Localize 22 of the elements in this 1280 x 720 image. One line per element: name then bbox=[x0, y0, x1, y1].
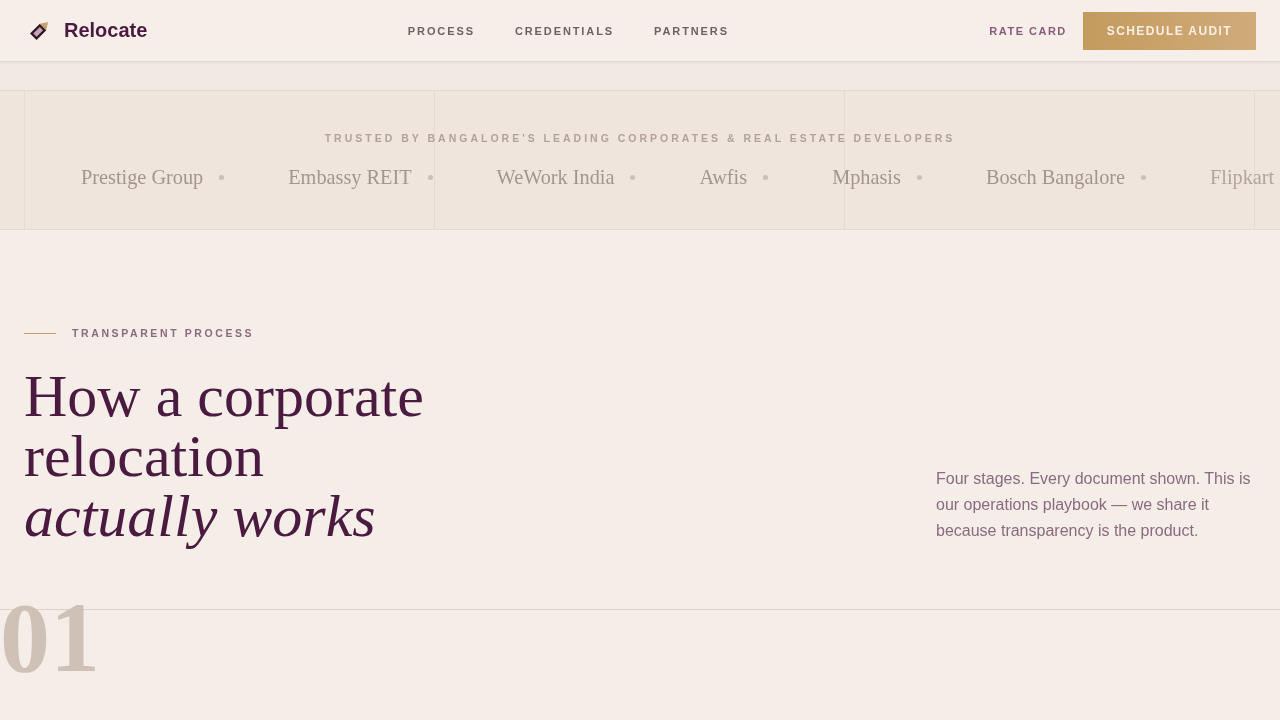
dot-icon bbox=[763, 174, 769, 180]
client-name: Embassy REIT bbox=[288, 165, 412, 191]
dot-icon bbox=[427, 174, 433, 180]
rate-card-link[interactable]: RATE CARD bbox=[989, 24, 1067, 37]
dot-icon bbox=[630, 174, 636, 180]
intro-paragraph: Four stages. Every document shown. This is our operations playbook — we share it because transparency is the product. bbox=[936, 469, 1252, 541]
nav-link[interactable]: CREDENTIALS bbox=[514, 24, 615, 37]
dot-icon bbox=[1141, 174, 1147, 180]
client-name: Awfis bbox=[699, 165, 748, 190]
dot-icon bbox=[916, 174, 922, 180]
client-name: Mphasis bbox=[832, 165, 901, 191]
client-name: WeWork India bbox=[496, 165, 615, 190]
dot-icon bbox=[219, 174, 225, 180]
pencil-icon bbox=[30, 21, 48, 40]
client-name: Bosch Bangalore bbox=[985, 165, 1126, 191]
nav-link[interactable]: PARTNERS bbox=[654, 24, 729, 37]
section-eyebrow: TRANSPARENT PROCESS bbox=[72, 326, 255, 340]
brand-name[interactable]: Relocate bbox=[64, 19, 148, 42]
client-name: Prestige Group bbox=[81, 165, 204, 191]
client-name: Flipkart bbox=[1210, 165, 1275, 191]
trusted-by-label: TRUSTED BY BANGALORE'S LEADING CORPORATES & REAL ESTATE DEVELOPERS bbox=[323, 131, 957, 145]
nav-link[interactable]: PROCESS bbox=[407, 24, 475, 37]
